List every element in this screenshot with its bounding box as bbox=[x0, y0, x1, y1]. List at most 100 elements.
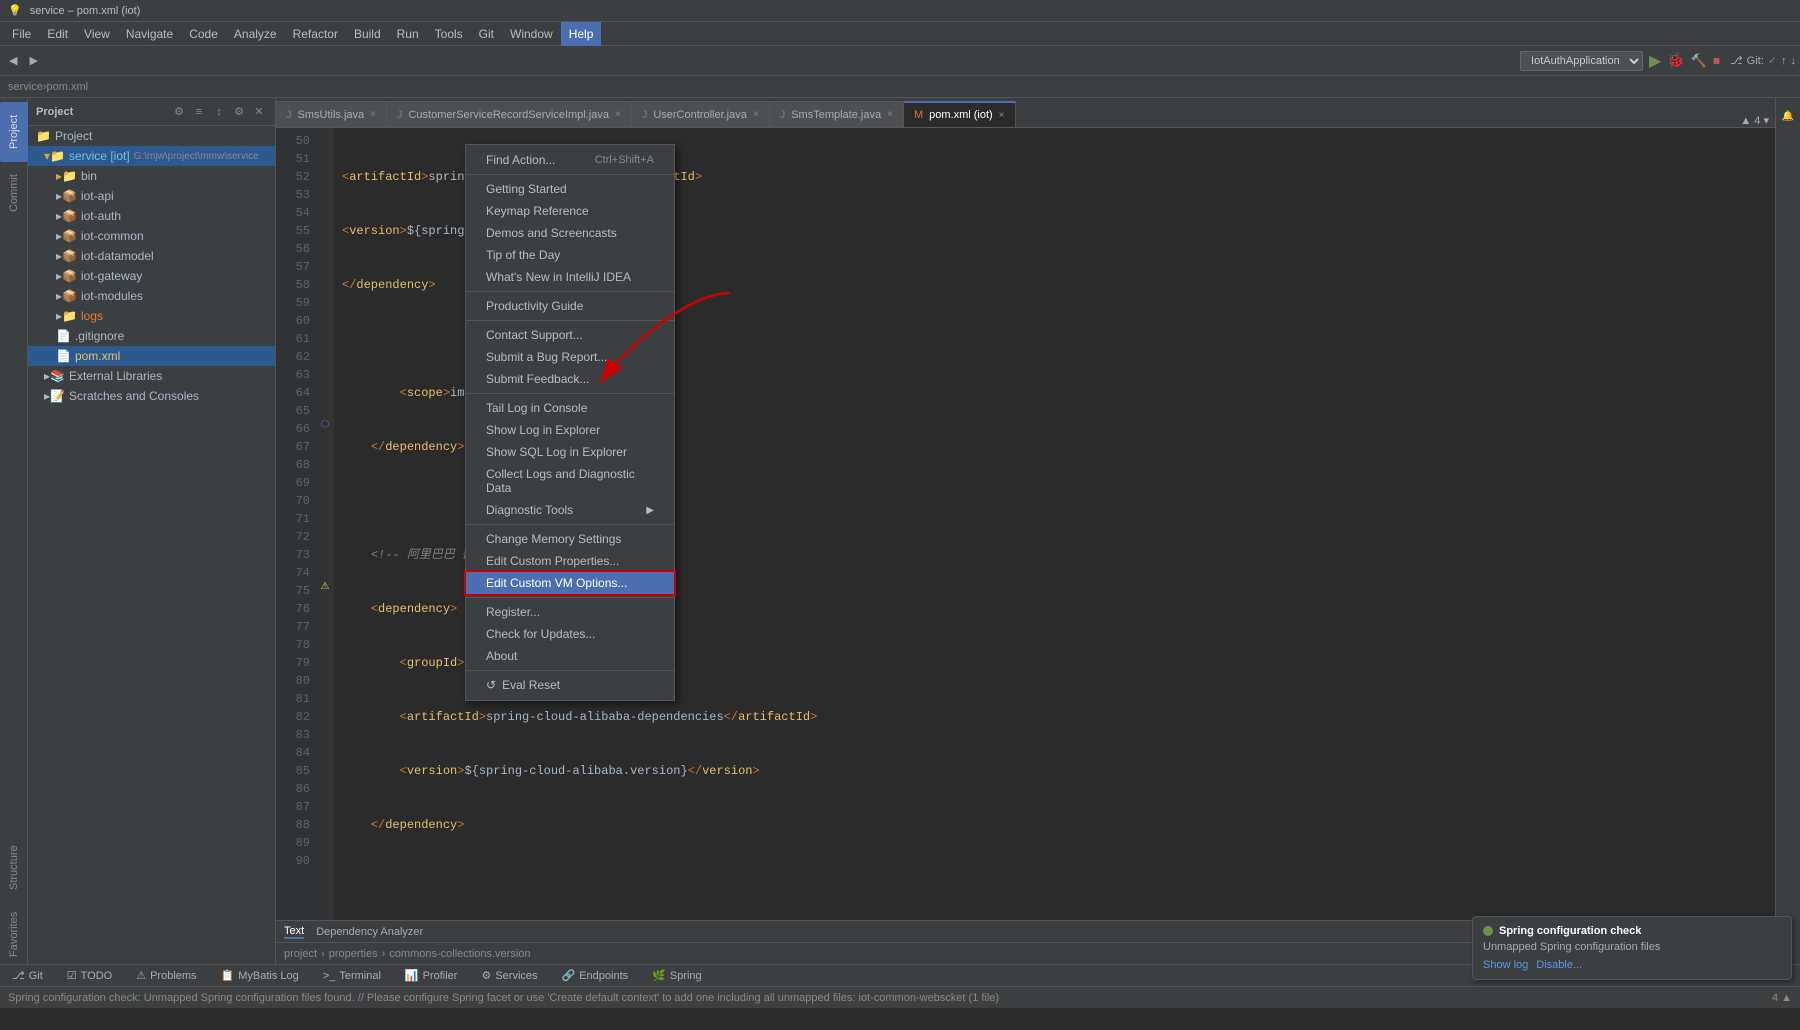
tree-iot-auth[interactable]: ▸📦 iot-auth bbox=[28, 206, 275, 226]
forward-btn[interactable]: ▶ bbox=[24, 52, 42, 69]
menu-about[interactable]: About bbox=[466, 645, 674, 667]
tab-close-smsutils[interactable]: × bbox=[370, 109, 376, 120]
customerservice-icon: J bbox=[397, 109, 403, 121]
menu-file[interactable]: File bbox=[4, 22, 39, 46]
tab-pom-iot[interactable]: M pom.xml (iot) × bbox=[904, 101, 1016, 127]
bottom-tab-problems[interactable]: ⚠ Problems bbox=[132, 969, 200, 982]
menu-show-log[interactable]: Show Log in Explorer bbox=[466, 419, 674, 441]
bottom-tab-profiler[interactable]: 📊 Profiler bbox=[401, 969, 462, 982]
project-view-icon[interactable]: Project bbox=[0, 102, 28, 162]
structure-view-icon[interactable]: Structure bbox=[0, 838, 28, 898]
favorites-view-icon[interactable]: Favorites bbox=[0, 904, 28, 964]
menu-check-updates[interactable]: Check for Updates... bbox=[466, 623, 674, 645]
menu-code[interactable]: Code bbox=[181, 22, 226, 46]
menu-getting-started[interactable]: Getting Started bbox=[466, 178, 674, 200]
menu-edit[interactable]: Edit bbox=[39, 22, 76, 46]
menu-eval-reset[interactable]: ↺ Eval Reset bbox=[466, 674, 674, 696]
menu-build[interactable]: Build bbox=[346, 22, 389, 46]
menu-submit-feedback[interactable]: Submit Feedback... bbox=[466, 368, 674, 390]
spring-show-log-link[interactable]: Show log bbox=[1483, 959, 1528, 971]
tree-external-libs[interactable]: ▸📚 External Libraries bbox=[28, 366, 275, 386]
tree-iot-modules[interactable]: ▸📦 iot-modules bbox=[28, 286, 275, 306]
bottom-tab-mybatis-log[interactable]: 📋 MyBatis Log bbox=[217, 969, 303, 982]
debug-button[interactable]: 🐞 bbox=[1667, 52, 1684, 69]
menu-run[interactable]: Run bbox=[389, 22, 427, 46]
menu-edit-custom-props[interactable]: Edit Custom Properties... bbox=[466, 550, 674, 572]
menu-collect-logs[interactable]: Collect Logs and Diagnostic Data bbox=[466, 463, 674, 499]
run-button[interactable]: ▶ bbox=[1649, 51, 1661, 71]
bottom-tab-terminal[interactable]: >_ Terminal bbox=[319, 970, 385, 982]
tree-pom-xml[interactable]: 📄 pom.xml bbox=[28, 346, 275, 366]
menu-tools[interactable]: Tools bbox=[427, 22, 471, 46]
sidebar-settings-icon[interactable]: ⚙ bbox=[171, 104, 187, 120]
tab-close-pom-iot[interactable]: × bbox=[999, 110, 1005, 121]
menu-navigate[interactable]: Navigate bbox=[118, 22, 181, 46]
eval-reset-icon: ↺ bbox=[486, 678, 496, 692]
line-numbers: 5051525354 5556575859 6061626364 6566676… bbox=[276, 128, 316, 920]
menu-diagnostic-tools[interactable]: Diagnostic Tools ▶ bbox=[466, 499, 674, 521]
back-btn[interactable]: ◀ bbox=[4, 52, 22, 69]
menu-keymap-reference[interactable]: Keymap Reference bbox=[466, 200, 674, 222]
tab-close-usercontroller[interactable]: × bbox=[753, 109, 759, 120]
right-notifications-icon[interactable]: 🔔 bbox=[1774, 102, 1800, 130]
menu-view[interactable]: View bbox=[76, 22, 118, 46]
menu-tail-log[interactable]: Tail Log in Console bbox=[466, 397, 674, 419]
tree-iot-api[interactable]: ▸📦 iot-api bbox=[28, 186, 275, 206]
tab-smsutils[interactable]: J SmsUtils.java × bbox=[276, 101, 387, 127]
tree-project[interactable]: 📁 Project bbox=[28, 126, 275, 146]
bottom-tab-git[interactable]: ⎇ Git bbox=[8, 969, 47, 982]
tree-service[interactable]: ▾📁 service [iot] G:\mjw\project\mmw\serv… bbox=[28, 146, 275, 166]
tree-scratches[interactable]: ▸📝 Scratches and Consoles bbox=[28, 386, 275, 406]
tab-close-customerservice[interactable]: × bbox=[615, 109, 621, 120]
sidebar-sort-icon[interactable]: ↕ bbox=[211, 104, 227, 120]
menu-tip-of-day[interactable]: Tip of the Day bbox=[466, 244, 674, 266]
bottom-tab-services[interactable]: ⚙ Services bbox=[477, 969, 541, 982]
sidebar-collapse-icon[interactable]: ≡ bbox=[191, 104, 207, 120]
stop-button[interactable]: ⏹ bbox=[1713, 52, 1720, 69]
spring-disable-link[interactable]: Disable... bbox=[1536, 959, 1582, 971]
tree-gitignore[interactable]: 📄 .gitignore bbox=[28, 326, 275, 346]
menu-show-sql-log[interactable]: Show SQL Log in Explorer bbox=[466, 441, 674, 463]
bottom-tab-spring[interactable]: 🌿 Spring bbox=[648, 969, 706, 982]
bottom-tab-todo[interactable]: ☑ TODO bbox=[63, 969, 116, 982]
help-dropdown-menu: Find Action... Ctrl+Shift+A Getting Star… bbox=[465, 144, 675, 701]
menu-contact-support[interactable]: Contact Support... bbox=[466, 324, 674, 346]
menu-submit-bug[interactable]: Submit a Bug Report... bbox=[466, 346, 674, 368]
menu-find-action[interactable]: Find Action... Ctrl+Shift+A bbox=[466, 149, 674, 171]
sidebar-close-icon[interactable]: ✕ bbox=[251, 104, 267, 120]
tree-iot-gateway[interactable]: ▸📦 iot-gateway bbox=[28, 266, 275, 286]
menu-register[interactable]: Register... bbox=[466, 601, 674, 623]
menu-help[interactable]: Help bbox=[561, 22, 602, 46]
tree-logs[interactable]: ▸📁 logs bbox=[28, 306, 275, 326]
tree-iot-common[interactable]: ▸📦 iot-common bbox=[28, 226, 275, 246]
gutter-icons: ⬡ ⚠ bbox=[316, 128, 334, 920]
tab-smstemplate[interactable]: J SmsTemplate.java × bbox=[770, 101, 904, 127]
top-action-strip: ◀ ▶ IotAuthApplication ▶ 🐞 🔨 ⏹ ⎇ Git: ✓ … bbox=[0, 46, 1800, 76]
bottom-tab-endpoints[interactable]: 🔗 Endpoints bbox=[558, 969, 633, 982]
menu-whats-new[interactable]: What's New in IntelliJ IDEA bbox=[466, 266, 674, 288]
menu-window[interactable]: Window bbox=[502, 22, 561, 46]
commit-view-icon[interactable]: Commit bbox=[0, 168, 28, 218]
menu-demos-screencasts[interactable]: Demos and Screencasts bbox=[466, 222, 674, 244]
scratches-icon: ▸📝 bbox=[44, 389, 65, 403]
iot-common-icon: ▸📦 bbox=[56, 229, 77, 243]
tree-iot-datamodel[interactable]: ▸📦 iot-datamodel bbox=[28, 246, 275, 266]
menu-git[interactable]: Git bbox=[471, 22, 502, 46]
code-line: <artifactId>spring-cloud-alibaba-depende… bbox=[342, 708, 1767, 726]
code-line bbox=[342, 870, 1767, 888]
menu-refactor[interactable]: Refactor bbox=[285, 22, 346, 46]
build-button[interactable]: 🔨 bbox=[1691, 53, 1707, 69]
sidebar-gear-icon[interactable]: ⚙ bbox=[231, 104, 247, 120]
code-line: </dependency> bbox=[342, 816, 1767, 834]
tab-close-smstemplate[interactable]: × bbox=[887, 109, 893, 120]
tab-customerservice[interactable]: J CustomerServiceRecordServiceImpl.java … bbox=[387, 101, 632, 127]
text-tab[interactable]: Text bbox=[284, 925, 304, 939]
menu-edit-custom-vm[interactable]: Edit Custom VM Options... bbox=[466, 572, 674, 594]
dep-analyzer-tab[interactable]: Dependency Analyzer bbox=[316, 926, 423, 938]
tab-usercontroller[interactable]: J UserController.java × bbox=[632, 101, 770, 127]
menu-analyze[interactable]: Analyze bbox=[226, 22, 285, 46]
tree-bin[interactable]: ▸📁 bin bbox=[28, 166, 275, 186]
menu-productivity-guide[interactable]: Productivity Guide bbox=[466, 295, 674, 317]
run-config-select[interactable]: IotAuthApplication bbox=[1520, 51, 1643, 71]
menu-change-memory[interactable]: Change Memory Settings bbox=[466, 528, 674, 550]
